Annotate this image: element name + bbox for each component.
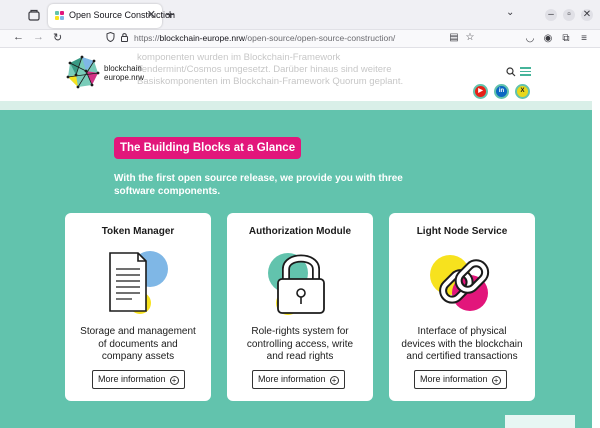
authorization-module-card: Authorization Module Role-rights system … <box>227 213 373 401</box>
linkedin-label: in <box>496 86 507 97</box>
x-label: X <box>517 86 528 97</box>
page-scrollbar-track[interactable] <box>592 49 600 428</box>
url-path: /open-source/open-source-construction/ <box>245 33 396 43</box>
card-desc-line: and read rights <box>266 351 334 362</box>
youtube-icon[interactable]: ▶ <box>473 84 488 99</box>
header-divider <box>0 101 600 110</box>
url-domain: blockchain-europe.nrw <box>159 33 246 43</box>
section-headline: The Building Blocks at a Glance <box>114 137 302 159</box>
card-desc-line: controlling access, write <box>246 338 354 350</box>
section-intro: With the first open source release, we p… <box>114 173 403 197</box>
more-information-button[interactable]: More information + <box>414 370 507 389</box>
card-title: Light Node Service <box>416 226 508 237</box>
linkedin-icon[interactable]: in <box>494 84 509 99</box>
extensions-icon[interactable]: ⧉ <box>560 33 572 45</box>
card-desc-line: Role-rights system for <box>251 326 349 337</box>
card-description: Interface of physical devices with the b… <box>397 326 527 364</box>
card-desc-line: Interface of physical <box>417 326 507 337</box>
search-icon[interactable] <box>506 67 516 80</box>
card-description: Storage and management of documents and … <box>73 326 203 364</box>
card-desc-line: of documents and <box>98 338 178 350</box>
youtube-label: ▶ <box>475 86 486 97</box>
back-arrow-icon[interactable]: ← <box>13 31 24 43</box>
url-prefix: https:// <box>134 33 160 43</box>
card-desc-line: Storage and management <box>80 326 196 337</box>
tab-title: Open Source Construction <box>69 10 176 20</box>
card-desc-line: devices with the blockchain <box>401 338 523 350</box>
url-bar[interactable]: https://blockchain-europe.nrw/open-sourc… <box>98 30 478 47</box>
chain-link-icon <box>422 247 502 319</box>
browser-tab-bar: Open Source Construction ✕ + ⌄ – ▫ ✕ <box>0 0 600 30</box>
site-header: komponenten wurden im Blockchain-Framewo… <box>0 49 600 101</box>
button-label: More information <box>258 374 326 384</box>
button-label: More information <box>420 374 488 384</box>
more-information-button[interactable]: More information + <box>252 370 345 389</box>
button-label: More information <box>98 374 166 384</box>
padlock-icon <box>260 247 340 319</box>
site-logo-icon[interactable] <box>64 53 104 93</box>
logo-text[interactable]: blockchain europe.nrw <box>104 64 144 82</box>
more-information-button[interactable]: More information + <box>92 370 185 389</box>
forward-arrow-icon[interactable]: → <box>33 31 44 43</box>
logo-line-2: europe.nrw <box>104 73 145 82</box>
web-page: komponenten wurden im Blockchain-Framewo… <box>0 49 600 428</box>
floating-tab[interactable] <box>505 415 575 428</box>
document-icon <box>98 247 178 319</box>
bookmark-star-icon[interactable]: ☆ <box>464 32 476 44</box>
plus-circle-icon: + <box>169 376 179 385</box>
pocket-icon[interactable]: ◡ <box>524 33 536 45</box>
tab-list-icon[interactable] <box>27 8 41 22</box>
card-desc-line: company assets <box>101 351 175 362</box>
menu-icon[interactable]: ≡ <box>578 33 590 45</box>
light-node-service-card: Light Node Service Interface of physical… <box>389 213 535 401</box>
hamburger-menu-icon[interactable] <box>520 67 531 76</box>
card-description: Role-rights system for controlling acces… <box>235 326 365 364</box>
token-manager-card: Token Manager Storage and management of <box>65 213 211 401</box>
maximize-icon[interactable]: ▫ <box>563 9 575 21</box>
lock-icon[interactable] <box>120 32 129 44</box>
x-twitter-icon[interactable]: X <box>515 84 530 99</box>
card-title: Authorization Module <box>248 226 352 237</box>
new-tab-button[interactable]: + <box>166 6 174 22</box>
chevron-down-icon[interactable]: ⌄ <box>506 7 514 18</box>
browser-nav-bar: ← → ↻ https://blockchain-europe.nrw/open… <box>0 30 600 48</box>
plus-circle-icon: + <box>491 376 501 385</box>
tab-close-icon[interactable]: ✕ <box>147 8 156 21</box>
logo-line-1: blockchain <box>104 64 142 73</box>
reader-view-icon[interactable]: ▤ <box>448 32 460 44</box>
scrolled-background-text: komponenten wurden im Blockchain-Framewo… <box>137 52 404 87</box>
card-title: Token Manager <box>101 226 175 237</box>
shield-icon[interactable] <box>106 31 115 44</box>
close-icon[interactable]: ✕ <box>581 9 593 21</box>
minimize-icon[interactable]: – <box>545 9 557 21</box>
building-blocks-section: The Building Blocks at a Glance With the… <box>0 110 600 428</box>
card-desc-line: and certified transactions <box>406 351 518 362</box>
site-favicon-icon <box>55 11 65 21</box>
plus-circle-icon: + <box>329 376 339 385</box>
active-tab[interactable]: Open Source Construction ✕ <box>48 4 175 28</box>
account-icon[interactable]: ◉ <box>542 33 554 45</box>
reload-icon[interactable]: ↻ <box>53 31 62 44</box>
url-text[interactable]: https://blockchain-europe.nrw/open-sourc… <box>134 33 395 43</box>
